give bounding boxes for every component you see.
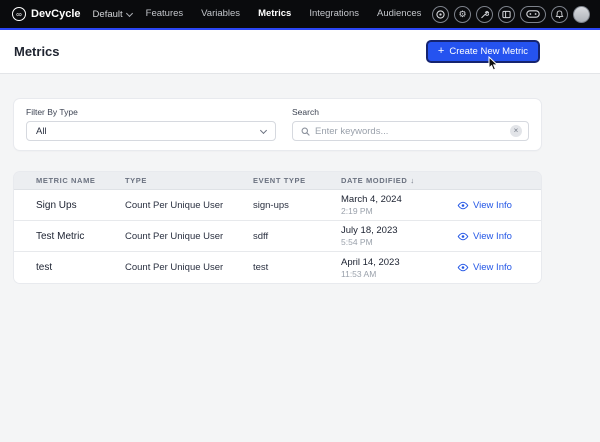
type-filter-value: All: [36, 126, 47, 137]
metric-type: Count Per Unique User: [125, 200, 253, 211]
metric-type: Count Per Unique User: [125, 231, 253, 242]
metric-name: test: [36, 262, 125, 273]
brand: ∞ DevCycle: [12, 7, 81, 21]
plus-icon: +: [438, 46, 444, 57]
brand-name: DevCycle: [31, 8, 81, 20]
type-filter-select[interactable]: All: [26, 121, 276, 141]
gamepad-icon[interactable]: [520, 6, 546, 23]
page-header: Metrics + Create New Metric: [0, 30, 600, 74]
column-header-date-modified[interactable]: DATE MODIFIED ↓: [341, 176, 457, 185]
date-modified: July 18, 2023 5:54 PM: [341, 225, 457, 247]
column-header-type[interactable]: TYPE: [125, 176, 253, 185]
column-header-metric-name[interactable]: METRIC NAME: [36, 176, 125, 185]
project-name: Default: [93, 9, 123, 20]
gear-icon[interactable]: ⚙: [454, 6, 471, 23]
metrics-table: METRIC NAME TYPE EVENT TYPE DATE MODIFIE…: [14, 172, 541, 283]
chevron-down-icon: [260, 126, 267, 133]
event-type: sdff: [253, 231, 341, 242]
eye-icon: [457, 232, 469, 241]
metrics-page-content: Filter By Type All Search × METRIC NAME …: [0, 74, 600, 283]
eye-icon: [457, 201, 469, 210]
search-input[interactable]: [315, 126, 505, 137]
filter-by-type-group: Filter By Type All: [26, 107, 276, 141]
clear-search-icon[interactable]: ×: [510, 125, 522, 137]
nav-item-features[interactable]: Features: [146, 0, 184, 28]
wrench-icon[interactable]: [476, 6, 493, 23]
table-row[interactable]: Sign Ups Count Per Unique User sign-ups …: [14, 190, 541, 221]
target-icon[interactable]: [432, 6, 449, 23]
view-info-link[interactable]: View Info: [457, 231, 541, 242]
date-modified: March 4, 2024 2:19 PM: [341, 194, 457, 216]
filter-type-label: Filter By Type: [26, 107, 276, 117]
nav-item-audiences[interactable]: Audiences: [377, 0, 421, 28]
top-navbar: ∞ DevCycle Default Features Variables Me…: [0, 0, 600, 30]
metric-type: Count Per Unique User: [125, 262, 253, 273]
view-info-link[interactable]: View Info: [457, 200, 541, 211]
date-modified: April 14, 2023 11:53 AM: [341, 257, 457, 279]
navbar-actions: ⚙: [432, 6, 590, 23]
search-label: Search: [292, 107, 529, 117]
metric-name: Test Metric: [36, 231, 125, 242]
page-title: Metrics: [14, 44, 60, 59]
column-header-event-type[interactable]: EVENT TYPE: [253, 176, 341, 185]
event-type: sign-ups: [253, 200, 341, 211]
filter-bar: Filter By Type All Search ×: [14, 99, 541, 150]
table-header-row: METRIC NAME TYPE EVENT TYPE DATE MODIFIE…: [14, 172, 541, 190]
main-nav: Features Variables Metrics Integrations …: [146, 0, 422, 28]
user-avatar[interactable]: [573, 6, 590, 23]
create-new-metric-button[interactable]: + Create New Metric: [426, 40, 540, 63]
project-selector[interactable]: Default: [93, 9, 132, 20]
chevron-down-icon: [126, 9, 133, 16]
nav-item-metrics[interactable]: Metrics: [258, 0, 291, 28]
view-info-link[interactable]: View Info: [457, 262, 541, 273]
sort-descending-icon[interactable]: ↓: [410, 176, 414, 185]
search-group: Search ×: [292, 107, 529, 141]
devcycle-logo-icon: ∞: [12, 7, 26, 21]
table-row[interactable]: Test Metric Count Per Unique User sdff J…: [14, 221, 541, 252]
eye-icon: [457, 263, 469, 272]
nav-item-variables[interactable]: Variables: [201, 0, 240, 28]
search-icon: [301, 127, 310, 136]
metric-name: Sign Ups: [36, 200, 125, 211]
event-type: test: [253, 262, 341, 273]
nav-item-integrations[interactable]: Integrations: [309, 0, 359, 28]
bell-icon[interactable]: [551, 6, 568, 23]
layout-icon[interactable]: [498, 6, 515, 23]
create-button-label: Create New Metric: [449, 46, 528, 57]
table-row[interactable]: test Count Per Unique User test April 14…: [14, 252, 541, 283]
search-box: ×: [292, 121, 529, 141]
